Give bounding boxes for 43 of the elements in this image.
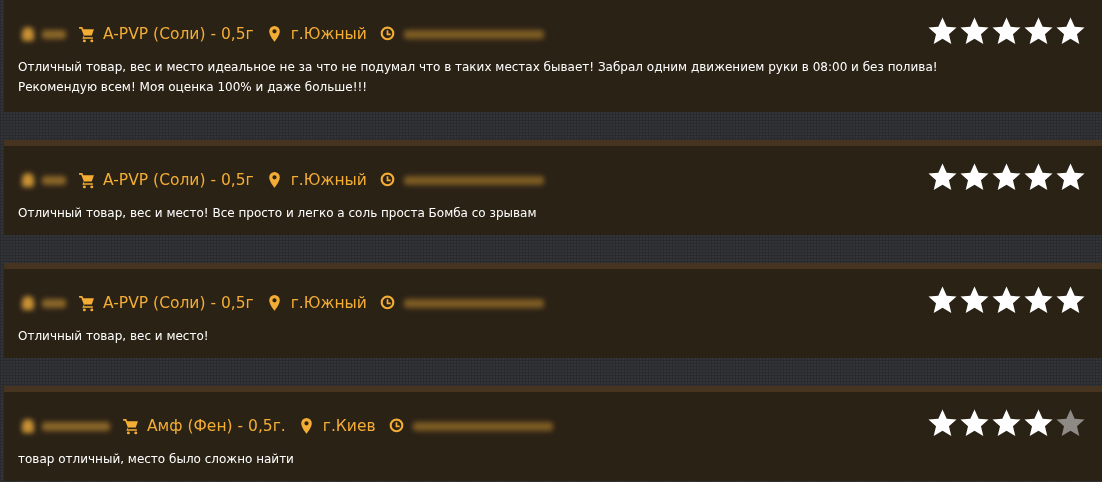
filled-star-icon bbox=[959, 408, 990, 438]
cart-icon bbox=[78, 294, 95, 312]
clock-icon bbox=[378, 171, 396, 189]
filled-star-icon bbox=[991, 285, 1022, 315]
clock-icon bbox=[378, 294, 396, 312]
filled-star-icon bbox=[1055, 162, 1086, 192]
filled-star-icon bbox=[959, 285, 990, 315]
review-text: Отличный товар, вес и место! Все просто и легко а соль проста Бомба со зрывам bbox=[18, 205, 538, 222]
city-name: г.Киев bbox=[322, 417, 376, 435]
filled-star-icon bbox=[1023, 162, 1054, 192]
product-name: A-PVP (Соли) - 0,5г bbox=[103, 171, 254, 189]
blurred-username bbox=[22, 173, 66, 187]
review-text: Отличный товар, вес и место! bbox=[18, 328, 210, 345]
product-name: A-PVP (Соли) - 0,5г bbox=[103, 25, 254, 43]
product-name: A-PVP (Соли) - 0,5г bbox=[103, 294, 254, 312]
filled-star-icon bbox=[991, 408, 1022, 438]
filled-star-icon bbox=[1055, 16, 1086, 46]
cart-icon bbox=[122, 417, 139, 435]
cart-icon bbox=[78, 171, 95, 189]
city-name: г.Южный bbox=[290, 25, 367, 43]
filled-star-icon bbox=[1023, 408, 1054, 438]
city-name: г.Южный bbox=[290, 294, 367, 312]
cart-icon bbox=[78, 25, 95, 43]
blurred-username bbox=[22, 296, 66, 310]
filled-star-icon bbox=[1055, 285, 1086, 315]
filled-star-icon bbox=[959, 16, 990, 46]
review-text: Отличный товар, вес и место идеальное не за что не подумал что в таких местах бывает! Забрал одним движением руки в 08:00 и без полива! Рекомендую всем! Моя оценка 100% и даже больше!!! bbox=[18, 59, 939, 96]
review-text: товар отличный, место было сложно найти bbox=[18, 451, 295, 468]
filled-star-icon bbox=[927, 16, 958, 46]
product-name: Амф (Фен) - 0,5г. bbox=[147, 417, 286, 435]
city-name: г.Южный bbox=[290, 171, 367, 189]
filled-star-icon bbox=[1023, 285, 1054, 315]
filled-star-icon bbox=[959, 162, 990, 192]
blurred-username bbox=[22, 27, 66, 41]
filled-star-icon bbox=[927, 408, 958, 438]
filled-star-icon bbox=[991, 162, 1022, 192]
filled-star-icon bbox=[1023, 16, 1054, 46]
clock-icon bbox=[387, 417, 405, 435]
filled-star-icon bbox=[927, 285, 958, 315]
filled-star-icon bbox=[991, 16, 1022, 46]
empty-star-icon bbox=[1055, 408, 1086, 438]
clock-icon bbox=[378, 25, 396, 43]
filled-star-icon bbox=[927, 162, 958, 192]
